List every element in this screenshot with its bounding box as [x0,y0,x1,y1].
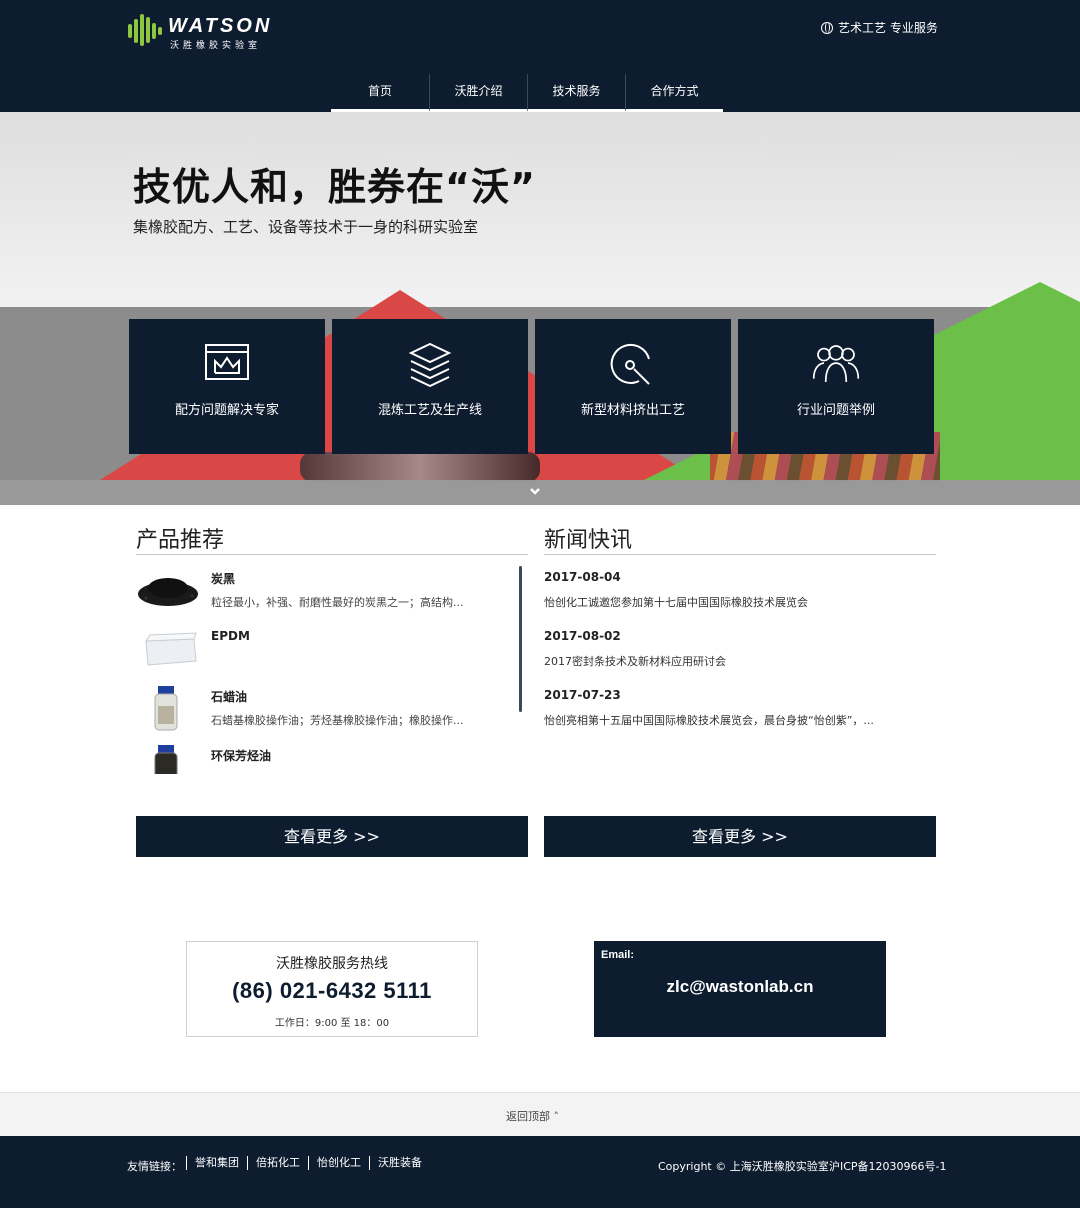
feature-label: 行业问题举例 [796,403,875,418]
news-title: 新闻快讯 [544,528,633,553]
product-item[interactable]: 环保芳烃油 [136,745,516,774]
hotline-label: 沃胜橡胶服务热线 [276,956,388,972]
friend-link[interactable]: 怡创化工 [308,1156,369,1170]
working-hours: 工作日：9:00 至 18：00 [274,1018,390,1029]
product-desc: 粒径最小，补强、耐磨性最好的炭黑之一；高结构... [211,596,464,609]
friend-links: 誉和集团 倍拓化工 怡创化工 沃胜装备 [186,1156,430,1170]
news-headline[interactable]: 怡创亮相第十五届中国国际橡胶技术展览会，晨台身披“怡创紫”，... [544,712,914,728]
hotline-number[interactable]: (86) 021-6432 5111 [187,978,477,1004]
feature-label: 混炼工艺及生产线 [377,403,482,418]
service-tagline: 艺术工艺 专业服务 [821,19,938,36]
news-more-button[interactable]: 查看更多 >> [544,816,936,857]
oil-bottle-image [154,686,178,731]
product-item[interactable]: 炭黑 粒径最小，补强、耐磨性最好的炭黑之一；高结构... [136,568,516,624]
site-footer: 友情链接： 誉和集团 倍拓化工 怡创化工 沃胜装备 Copyright © 上海… [0,1136,1080,1208]
copyright: Copyright © 上海沃胜橡胶实验室 [658,1160,829,1173]
watson-logo[interactable]: WATSON 沃胜橡胶实验室 [128,14,288,51]
disc-search-icon [610,343,650,385]
friend-link[interactable]: 倍拓化工 [247,1156,308,1170]
nav-item-about[interactable]: 沃胜介绍 [429,74,527,112]
news-headline[interactable]: 怡创化工诚邀您参加第十七届中国国际橡胶技术展览会 [544,594,914,610]
product-list: 炭黑 粒径最小，补强、耐磨性最好的炭黑之一；高结构... EPDM 石蜡油 石蜡… [136,568,526,774]
site-header: WATSON 沃胜橡胶实验室 艺术工艺 专业服务 首页 沃胜介绍 技术服务 合作… [0,0,1080,112]
feature-extrusion[interactable]: 新型材料挤出工艺 [535,319,731,454]
nav-item-cooperation[interactable]: 合作方式 [625,74,723,112]
carbon-black-image [138,578,198,606]
hotline-card: 沃胜橡胶服务热线 (86) 021-6432 5111 工作日：9:00 至 1… [186,941,478,1037]
service-tagline-text: 艺术工艺 专业服务 [838,21,938,35]
hero-subtitle: 集橡胶配方、工艺、设备等技术于一身的科研实验室 [133,218,479,236]
email-link[interactable]: zlc@wastonlab.cn [594,977,886,997]
chevron-down-icon[interactable] [528,485,542,499]
feature-formula-expert[interactable]: 配方问题解决专家 [129,319,325,454]
email-card: Email: zlc@wastonlab.cn [594,941,886,1037]
product-name: 炭黑 [211,572,236,586]
news-item[interactable]: 2017-08-04 怡创化工诚邀您参加第十七届中国国际橡胶技术展览会 [544,570,934,610]
friend-links-label: 友情链接： [127,1160,182,1173]
news-date: 2017-08-02 [544,629,621,643]
logo-bars-icon [128,14,162,48]
icp-number[interactable]: 沪ICP备12030966号-1 [829,1158,947,1174]
product-name: 环保芳烃油 [211,749,272,763]
hero-title: 技优人和，胜券在“沃” [133,165,536,209]
hero-rubber-tube-image [300,452,540,482]
epdm-block-image [145,632,197,666]
globe-icon [821,21,833,34]
product-item[interactable]: 石蜡油 石蜡基橡胶操作油；芳烃基橡胶操作油；橡胶操作... [136,686,516,742]
layers-icon [408,342,452,387]
logo-subtitle: 沃胜橡胶实验室 [170,41,262,51]
news-date: 2017-08-04 [544,570,621,584]
news-divider [544,554,936,555]
feature-label: 新型材料挤出工艺 [580,403,685,418]
users-icon [812,345,860,383]
feature-label: 配方问题解决专家 [174,403,279,418]
nav-item-tech-service[interactable]: 技术服务 [527,74,625,112]
product-list-scrollbar[interactable] [519,566,522,712]
email-label: Email: [601,949,635,961]
friend-link[interactable]: 沃胜装备 [369,1156,430,1170]
product-name: EPDM [211,629,250,643]
logo-wordmark: WATSON [168,15,273,37]
news-date: 2017-07-23 [544,688,621,702]
nav-item-home[interactable]: 首页 [331,74,429,112]
aromatic-oil-bottle-image [154,745,178,774]
feature-industry-cases[interactable]: 行业问题举例 [738,319,934,454]
product-desc: 石蜡基橡胶操作油；芳烃基橡胶操作油；橡胶操作... [211,714,464,727]
friend-link[interactable]: 誉和集团 [186,1156,247,1170]
main-nav: 首页 沃胜介绍 技术服务 合作方式 [331,74,723,112]
window-crown-icon [205,344,249,380]
hero-banner: 技优人和，胜券在“沃” 集橡胶配方、工艺、设备等技术于一身的科研实验室 配方问题… [0,112,1080,505]
feature-mixing-line[interactable]: 混炼工艺及生产线 [332,319,528,454]
product-item[interactable]: EPDM [136,627,516,683]
news-headline[interactable]: 2017密封条技术及新材料应用研讨会 [544,653,914,669]
news-item[interactable]: 2017-07-23 怡创亮相第十五届中国国际橡胶技术展览会，晨台身披“怡创紫”… [544,688,934,728]
products-title: 产品推荐 [136,528,225,553]
products-divider [136,554,528,555]
news-item[interactable]: 2017-08-02 2017密封条技术及新材料应用研讨会 [544,629,934,669]
product-name: 石蜡油 [211,690,248,704]
back-to-top-link[interactable]: 返回顶部 ˄ [506,1108,559,1124]
products-more-button[interactable]: 查看更多 >> [136,816,528,857]
